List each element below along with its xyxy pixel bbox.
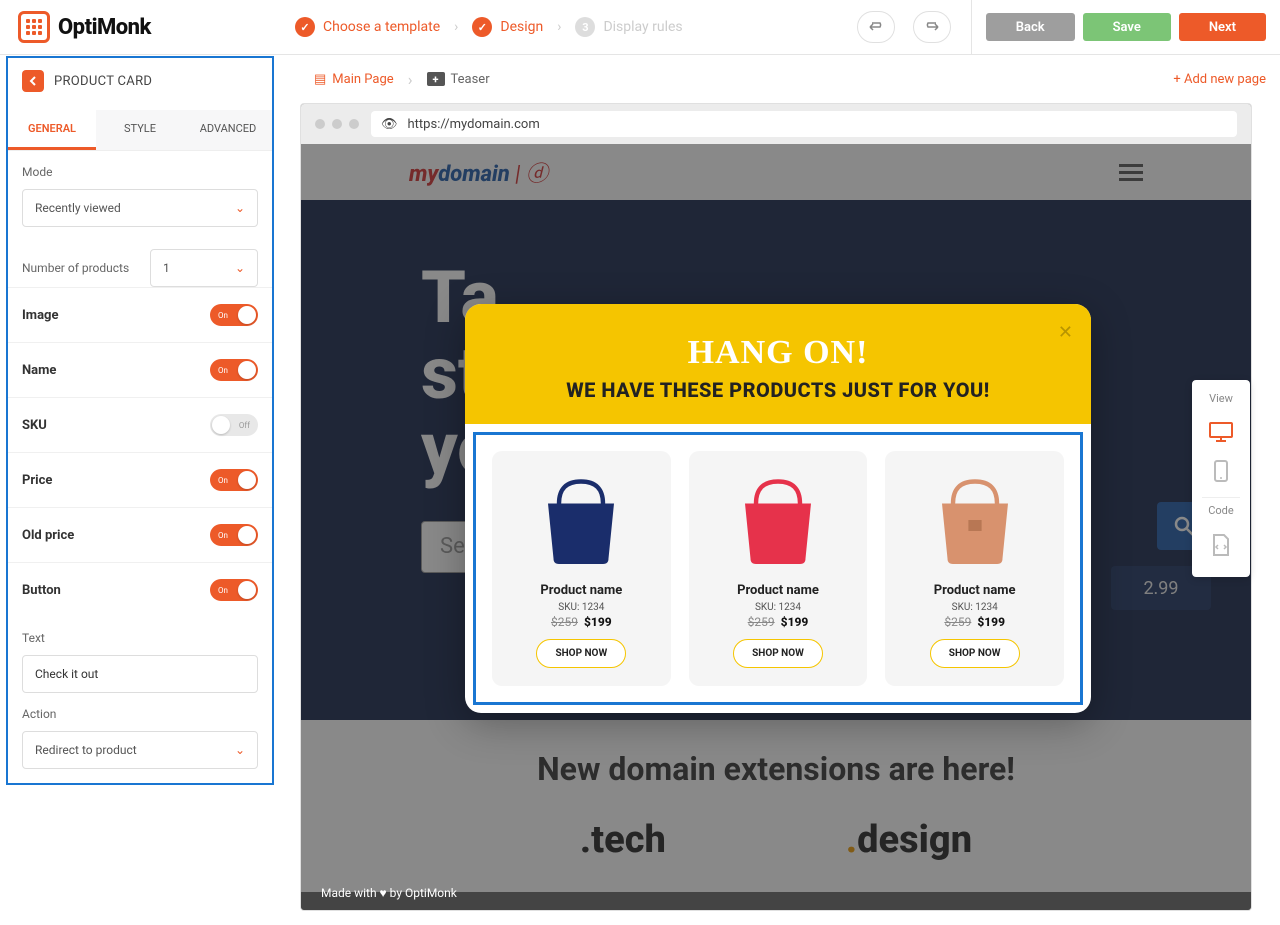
code-view-icon[interactable] bbox=[1210, 533, 1232, 557]
crumb-sep: › bbox=[408, 70, 413, 89]
product-sku: SKU: 1234 bbox=[755, 602, 801, 613]
redo-button[interactable] bbox=[913, 11, 951, 43]
popup-header: ✕ HANG ON! WE HAVE THESE PRODUCTS JUST F… bbox=[465, 304, 1091, 424]
mode-select[interactable]: Recently viewed⌄ bbox=[22, 189, 258, 227]
chevron-down-icon: ⌄ bbox=[235, 201, 245, 215]
chevron-down-icon: ⌄ bbox=[235, 743, 245, 757]
shop-now-button[interactable]: SHOP NOW bbox=[733, 639, 823, 668]
step-sep: › bbox=[557, 19, 561, 35]
window-dots bbox=[315, 119, 359, 129]
nprod-select[interactable]: 1⌄ bbox=[150, 249, 258, 287]
product-name: Product name bbox=[934, 583, 1016, 598]
save-button[interactable]: Save bbox=[1083, 13, 1171, 41]
browser-chrome: 👁https://mydomain.com bbox=[301, 104, 1251, 144]
view-switcher: View Code bbox=[1192, 380, 1250, 577]
step-choose-template[interactable]: ✓Choose a template bbox=[295, 17, 440, 37]
popup-title: HANG ON! bbox=[495, 334, 1061, 372]
product-name: Product name bbox=[737, 583, 819, 598]
action-select[interactable]: Redirect to product⌄ bbox=[22, 731, 258, 769]
tab-advanced[interactable]: ADVANCED bbox=[184, 110, 272, 150]
toggle-label-oldprice: Old price bbox=[22, 528, 74, 543]
toggle-price[interactable]: On bbox=[210, 469, 258, 491]
product-price: $259$199 bbox=[551, 615, 612, 629]
crumb-main-page[interactable]: ▤Main Page bbox=[314, 72, 394, 87]
action-label: Action bbox=[22, 707, 258, 721]
product-card[interactable]: Product name SKU: 1234 $259$199 SHOP NOW bbox=[492, 451, 671, 686]
toggle-label-price: Price bbox=[22, 473, 52, 488]
product-card[interactable]: Product name SKU: 1234 $259$199 SHOP NOW bbox=[885, 451, 1064, 686]
back-button[interactable]: Back bbox=[986, 13, 1075, 41]
text-label: Text bbox=[22, 631, 258, 645]
panel-tabs: GENERAL STYLE ADVANCED bbox=[8, 110, 272, 151]
step-sep: › bbox=[454, 19, 458, 35]
product-sku: SKU: 1234 bbox=[558, 602, 604, 613]
panel-title: PRODUCT CARD bbox=[54, 74, 152, 89]
toggle-label-sku: SKU bbox=[22, 418, 47, 433]
page-icon: ▤ bbox=[314, 72, 326, 87]
product-image bbox=[920, 465, 1030, 575]
crumb-teaser[interactable]: +Teaser bbox=[427, 72, 490, 87]
desktop-view-icon[interactable] bbox=[1208, 421, 1234, 443]
chevron-down-icon: ⌄ bbox=[235, 261, 245, 275]
toggle-button[interactable]: On bbox=[210, 579, 258, 601]
button-text-input[interactable] bbox=[22, 655, 258, 693]
toggle-image[interactable]: On bbox=[210, 304, 258, 326]
wizard-steps: ✓Choose a template › ✓Design › 3Display … bbox=[275, 17, 857, 37]
step-design[interactable]: ✓Design bbox=[472, 17, 543, 37]
popup-subtitle: WE HAVE THESE PRODUCTS JUST FOR YOU! bbox=[495, 378, 1061, 402]
nprod-label: Number of products bbox=[22, 261, 129, 275]
logo-icon bbox=[18, 11, 50, 43]
toggle-label-button: Button bbox=[22, 583, 61, 598]
close-icon[interactable]: ✕ bbox=[1058, 322, 1073, 343]
editor-canvas: ▤Main Page › +Teaser + Add new page 👁htt… bbox=[300, 55, 1280, 925]
product-price: $259$199 bbox=[748, 615, 809, 629]
properties-panel: PRODUCT CARD GENERAL STYLE ADVANCED Mode… bbox=[6, 56, 274, 785]
popup-modal[interactable]: ✕ HANG ON! WE HAVE THESE PRODUCTS JUST F… bbox=[465, 304, 1091, 713]
tab-style[interactable]: STYLE bbox=[96, 110, 184, 150]
shop-now-button[interactable]: SHOP NOW bbox=[930, 639, 1020, 668]
toggle-oldprice[interactable]: On bbox=[210, 524, 258, 546]
toggle-label-image: Image bbox=[22, 308, 58, 323]
brand-name: OptiMonk bbox=[58, 15, 151, 40]
action-buttons: Back Save Next bbox=[971, 0, 1280, 54]
preview-frame: 👁https://mydomain.com mydomain | ⓓ Tasty… bbox=[300, 103, 1252, 911]
site-preview: mydomain | ⓓ Tastyo Search 2.99 New doma… bbox=[301, 144, 1251, 910]
product-grid[interactable]: Product name SKU: 1234 $259$199 SHOP NOW… bbox=[473, 432, 1083, 705]
eye-icon: 👁 bbox=[381, 117, 398, 132]
view-label: View bbox=[1209, 392, 1233, 405]
brand-logo[interactable]: OptiMonk bbox=[0, 11, 275, 43]
toggle-label-name: Name bbox=[22, 363, 56, 378]
toggle-sku[interactable]: Off bbox=[210, 414, 258, 436]
page-breadcrumbs: ▤Main Page › +Teaser + Add new page bbox=[300, 55, 1280, 103]
shop-now-button[interactable]: SHOP NOW bbox=[536, 639, 626, 668]
top-bar: OptiMonk ✓Choose a template › ✓Design › … bbox=[0, 0, 1280, 55]
product-image bbox=[526, 465, 636, 575]
step-display-rules[interactable]: 3Display rules bbox=[575, 17, 682, 37]
toggle-name[interactable]: On bbox=[210, 359, 258, 381]
product-card[interactable]: Product name SKU: 1234 $259$199 SHOP NOW bbox=[689, 451, 868, 686]
tab-general[interactable]: GENERAL bbox=[8, 110, 96, 150]
undo-button[interactable] bbox=[857, 11, 895, 43]
product-price: $259$199 bbox=[944, 615, 1005, 629]
panel-back-button[interactable] bbox=[22, 70, 44, 92]
product-name: Product name bbox=[540, 583, 622, 598]
url-bar[interactable]: 👁https://mydomain.com bbox=[371, 111, 1237, 137]
teaser-icon: + bbox=[427, 72, 445, 86]
mode-label: Mode bbox=[22, 165, 258, 179]
code-label: Code bbox=[1208, 504, 1233, 517]
product-image bbox=[723, 465, 833, 575]
credit-text: Made with ♥ by OptiMonk bbox=[321, 886, 457, 900]
add-new-page[interactable]: + Add new page bbox=[1173, 72, 1266, 87]
history-controls bbox=[857, 11, 971, 43]
product-sku: SKU: 1234 bbox=[952, 602, 998, 613]
next-button[interactable]: Next bbox=[1179, 13, 1266, 41]
mobile-view-icon[interactable] bbox=[1213, 459, 1229, 483]
